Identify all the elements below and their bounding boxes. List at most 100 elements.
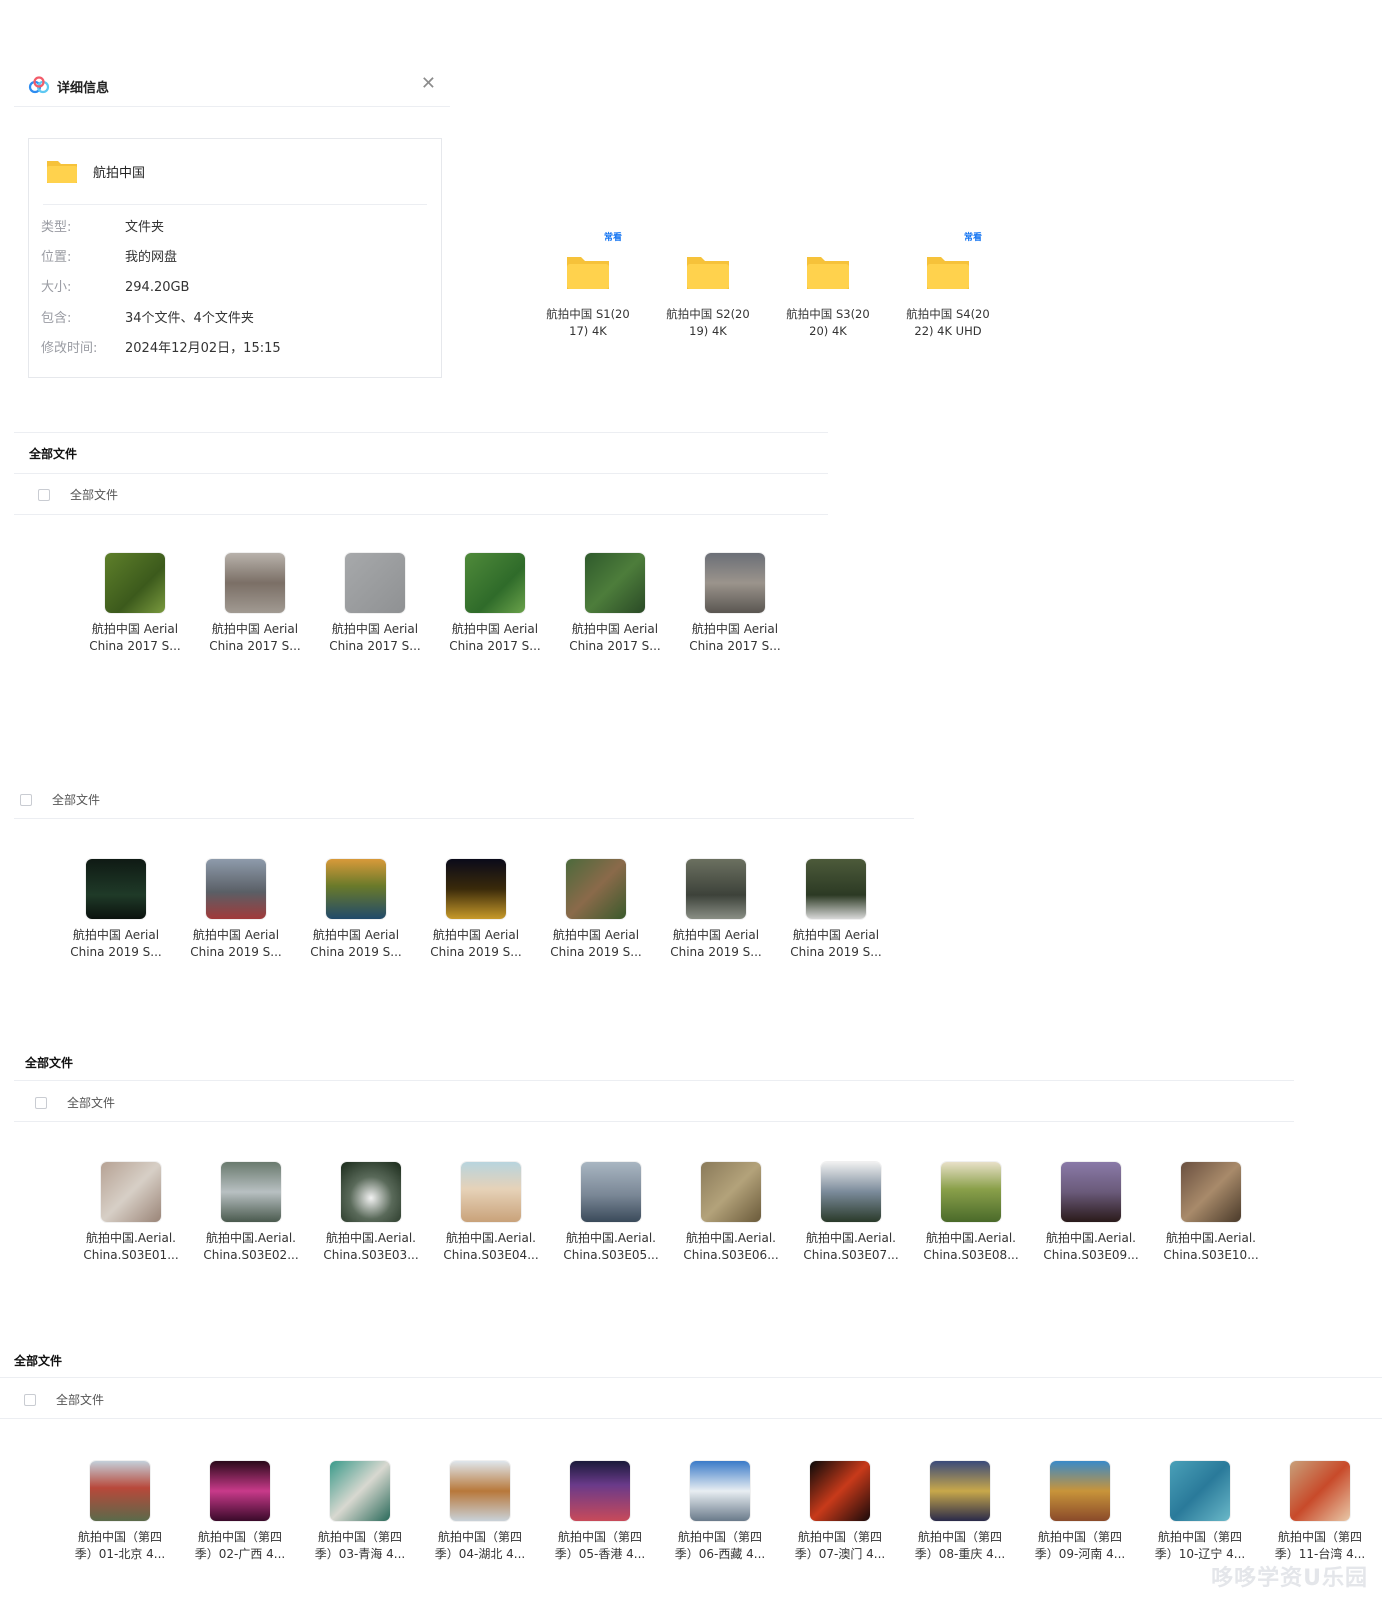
video-file[interactable]: 航拍中国（第四 季）02-广西 4... xyxy=(184,1461,296,1563)
select-all-checkbox[interactable] xyxy=(35,1097,47,1109)
video-file[interactable]: 航拍中国（第四 季）06-西藏 4... xyxy=(664,1461,776,1563)
video-file[interactable]: 航拍中国 Aerial China 2017 S... xyxy=(439,553,551,655)
video-thumbnail xyxy=(90,1461,150,1521)
video-file[interactable]: 航拍中国.Aerial. China.S03E09... xyxy=(1035,1162,1147,1264)
file-name-line1: 航拍中国（第四 xyxy=(437,1530,522,1544)
video-file[interactable]: 航拍中国 Aerial China 2017 S... xyxy=(79,553,191,655)
file-name-line1: 航拍中国（第四 xyxy=(797,1530,882,1544)
meta-contains: 包含: 34个文件、4个文件夹 xyxy=(41,311,254,326)
video-file[interactable]: 航拍中国.Aerial. China.S03E10... xyxy=(1155,1162,1267,1264)
video-file[interactable]: 航拍中国.Aerial. China.S03E04... xyxy=(435,1162,547,1264)
select-all-checkbox[interactable] xyxy=(24,1394,36,1406)
video-file[interactable]: 航拍中国（第四 季）09-河南 4... xyxy=(1024,1461,1136,1563)
file-name-line1: 航拍中国.Aerial. xyxy=(206,1231,296,1245)
video-thumbnail xyxy=(941,1162,1001,1222)
divider xyxy=(14,432,828,433)
video-file[interactable]: 航拍中国 Aerial China 2017 S... xyxy=(679,553,791,655)
video-file[interactable]: 航拍中国 Aerial China 2019 S... xyxy=(420,859,532,961)
video-thumbnail xyxy=(1181,1162,1241,1222)
video-file[interactable]: 航拍中国（第四 季）01-北京 4... xyxy=(64,1461,176,1563)
folder-name-line1: 航拍中国 S3(20 xyxy=(786,307,870,321)
season-folder[interactable]: 航拍中国 S4(20 22) 4K UHD 常看 xyxy=(898,233,998,340)
file-name-line2: China.S03E01... xyxy=(83,1248,179,1262)
file-name-line2: 季）07-澳门 4... xyxy=(794,1547,886,1561)
video-file[interactable]: 航拍中国 Aerial China 2019 S... xyxy=(60,859,172,961)
video-thumbnail xyxy=(585,553,645,613)
video-file[interactable]: 航拍中国 Aerial China 2017 S... xyxy=(199,553,311,655)
video-thumbnail xyxy=(330,1461,390,1521)
video-file[interactable]: 航拍中国.Aerial. China.S03E07... xyxy=(795,1162,907,1264)
file-name-line2: China.S03E08... xyxy=(923,1248,1019,1262)
meta-modified: 修改时间: 2024年12月02日，15:15 xyxy=(41,341,281,356)
video-thumbnail xyxy=(225,553,285,613)
video-file[interactable]: 航拍中国（第四 季）10-辽宁 4... xyxy=(1144,1461,1256,1563)
video-thumbnail xyxy=(105,553,165,613)
file-name-line1: 航拍中国.Aerial. xyxy=(926,1231,1016,1245)
season-folder[interactable]: 航拍中国 S1(20 17) 4K 常看 xyxy=(538,233,638,340)
video-thumbnail xyxy=(341,1162,401,1222)
video-thumbnail xyxy=(221,1162,281,1222)
video-file[interactable]: 航拍中国 Aerial China 2017 S... xyxy=(319,553,431,655)
frequent-badge: 常看 xyxy=(964,233,983,243)
video-file[interactable]: 航拍中国（第四 季）04-湖北 4... xyxy=(424,1461,536,1563)
file-name-line2: China 2017 S... xyxy=(689,639,781,653)
video-file[interactable]: 航拍中国 Aerial China 2019 S... xyxy=(780,859,892,961)
video-thumbnail xyxy=(461,1162,521,1222)
season-folder[interactable]: 航拍中国 S3(20 20) 4K xyxy=(778,252,878,340)
frequent-badge: 常看 xyxy=(604,233,623,243)
file-name-line1: 航拍中国 Aerial xyxy=(451,622,539,636)
video-thumbnail xyxy=(326,859,386,919)
meta-type: 类型: 文件夹 xyxy=(41,220,165,235)
video-file[interactable]: 航拍中国.Aerial. China.S03E06... xyxy=(675,1162,787,1264)
file-name-line1: 航拍中国（第四 xyxy=(677,1530,762,1544)
file-name-line1: 航拍中国 Aerial xyxy=(91,622,179,636)
video-file[interactable]: 航拍中国（第四 季）07-澳门 4... xyxy=(784,1461,896,1563)
video-thumbnail xyxy=(1050,1461,1110,1521)
video-file[interactable]: 航拍中国（第四 季）11-台湾 4... xyxy=(1264,1461,1376,1563)
file-name-line1: 航拍中国（第四 xyxy=(1277,1530,1362,1544)
file-name-line2: China 2019 S... xyxy=(70,945,162,959)
section-title: 全部文件 xyxy=(29,447,78,461)
select-all-label: 全部文件 xyxy=(52,793,101,807)
folder-icon xyxy=(687,257,729,289)
select-all-checkbox[interactable] xyxy=(20,794,32,806)
video-file[interactable]: 航拍中国（第四 季）05-香港 4... xyxy=(544,1461,656,1563)
video-file[interactable]: 航拍中国 Aerial China 2019 S... xyxy=(540,859,652,961)
folder-icon xyxy=(567,257,609,289)
video-file[interactable]: 航拍中国 Aerial China 2019 S... xyxy=(300,859,412,961)
file-name-line1: 航拍中国 Aerial xyxy=(432,928,520,942)
video-thumbnail xyxy=(1290,1461,1350,1521)
video-thumbnail xyxy=(446,859,506,919)
video-file[interactable]: 航拍中国 Aerial China 2019 S... xyxy=(660,859,772,961)
file-name-line2: China 2019 S... xyxy=(430,945,522,959)
folder-icon xyxy=(807,257,849,289)
video-file[interactable]: 航拍中国.Aerial. China.S03E05... xyxy=(555,1162,667,1264)
file-name-line2: China 2017 S... xyxy=(449,639,541,653)
file-name-line2: China.S03E09... xyxy=(1043,1248,1139,1262)
video-file[interactable]: 航拍中国.Aerial. China.S03E03... xyxy=(315,1162,427,1264)
select-all-checkbox[interactable] xyxy=(38,489,50,501)
close-icon[interactable]: ✕ xyxy=(421,73,436,94)
video-thumbnail xyxy=(345,553,405,613)
video-file[interactable]: 航拍中国.Aerial. China.S03E02... xyxy=(195,1162,307,1264)
file-name-line1: 航拍中国（第四 xyxy=(1037,1530,1122,1544)
file-name-line1: 航拍中国（第四 xyxy=(1157,1530,1242,1544)
divider xyxy=(14,1121,1294,1122)
file-name-line2: China 2019 S... xyxy=(670,945,762,959)
video-thumbnail xyxy=(210,1461,270,1521)
video-file[interactable]: 航拍中国（第四 季）08-重庆 4... xyxy=(904,1461,1016,1563)
video-file[interactable]: 航拍中国 Aerial China 2017 S... xyxy=(559,553,671,655)
divider xyxy=(14,1080,1294,1081)
file-name-line2: 季）06-西藏 4... xyxy=(674,1547,766,1561)
season-folder[interactable]: 航拍中国 S2(20 19) 4K xyxy=(658,252,758,340)
video-file[interactable]: 航拍中国 Aerial China 2019 S... xyxy=(180,859,292,961)
video-file[interactable]: 航拍中国（第四 季）03-青海 4... xyxy=(304,1461,416,1563)
video-file[interactable]: 航拍中国.Aerial. China.S03E01... xyxy=(75,1162,187,1264)
divider xyxy=(43,204,427,205)
section-title: 全部文件 xyxy=(25,1056,74,1070)
file-name-line1: 航拍中国 Aerial xyxy=(571,622,659,636)
file-name-line1: 航拍中国 Aerial xyxy=(792,928,880,942)
file-name-line2: China 2017 S... xyxy=(329,639,421,653)
file-name-line2: 季）09-河南 4... xyxy=(1034,1547,1126,1561)
video-file[interactable]: 航拍中国.Aerial. China.S03E08... xyxy=(915,1162,1027,1264)
